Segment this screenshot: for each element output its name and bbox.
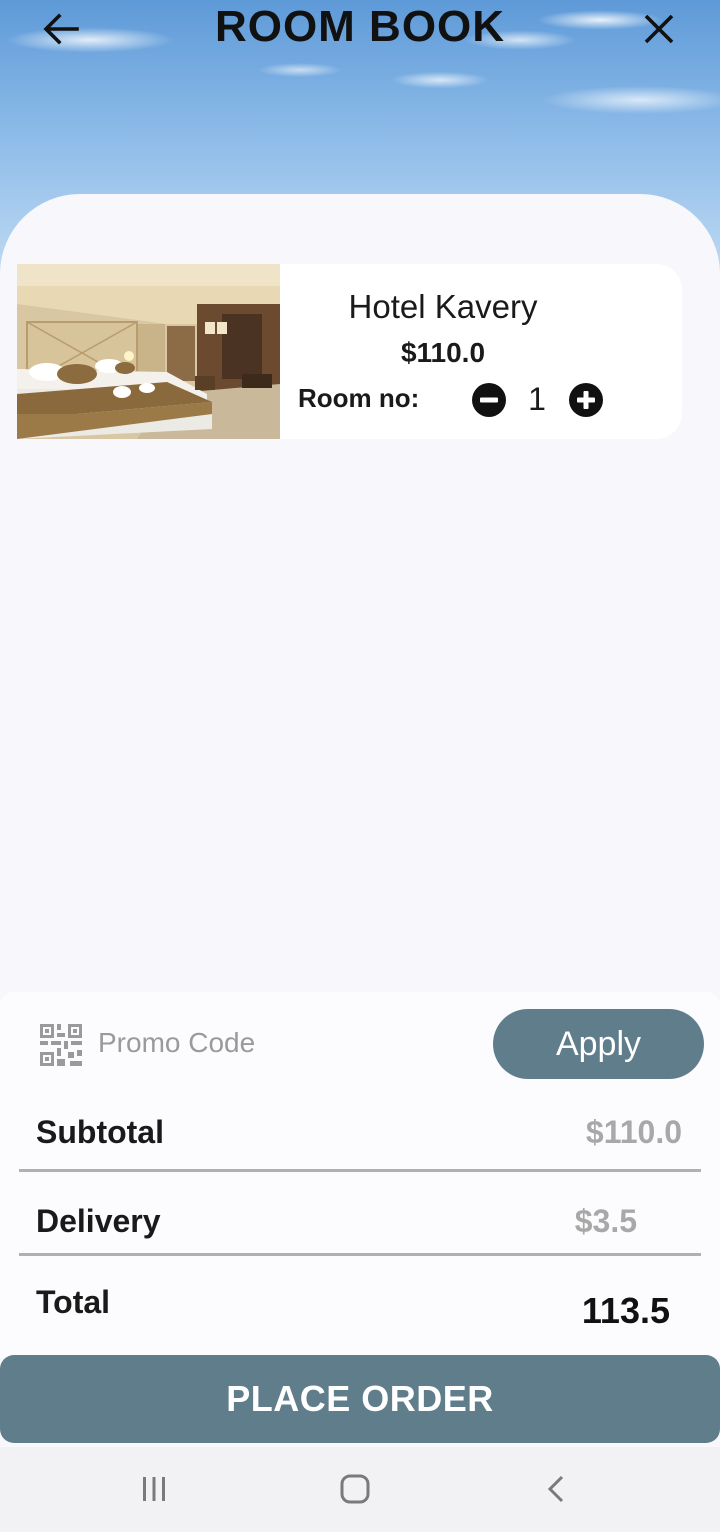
promo-code-input[interactable] [98,1020,478,1066]
total-label: Total [36,1284,111,1320]
summary-divider [19,1253,701,1256]
room-quantity-value: 1 [528,381,546,417]
increase-room-button[interactable] [568,382,604,418]
subtotal-label: Subtotal [36,1114,164,1150]
subtotal-value: $110.0 [585,1114,682,1150]
summary-divider [19,1169,701,1172]
close-icon [644,14,674,44]
close-button[interactable] [636,6,682,52]
recent-apps-button[interactable] [130,1465,178,1513]
recent-apps-icon [143,1477,165,1501]
apply-promo-button[interactable]: Apply [493,1009,704,1079]
room-book-screen: ROOM BOOK Hotel Kavery $110.0 Room no: 1… [0,0,720,1532]
page-title: ROOM BOOK [214,2,506,51]
place-order-button[interactable]: PLACE ORDER [0,1355,720,1443]
room-number-label: Room no: [298,383,420,413]
delivery-value: $3.5 [574,1203,637,1239]
system-back-button[interactable] [533,1465,581,1513]
plus-circle-icon [569,383,603,417]
total-value: 113.5 [581,1290,670,1331]
hotel-name: Hotel Kavery [348,288,538,325]
top-bar: ROOM BOOK [0,0,720,56]
home-icon [340,1474,370,1504]
qr-code-icon [40,1024,82,1066]
room-card: Hotel Kavery $110.0 Room no: 1 [17,264,682,439]
back-chevron-icon [547,1475,564,1503]
decrease-room-button[interactable] [471,382,507,418]
room-photo [17,264,280,439]
home-button[interactable] [331,1465,379,1513]
minus-circle-icon [472,383,506,417]
delivery-label: Delivery [36,1203,161,1239]
system-nav-bar [0,1447,720,1532]
order-summary: Subtotal $110.0 Delivery $3.5 Total 113.… [0,1096,720,1358]
room-price: $110.0 [400,337,486,368]
